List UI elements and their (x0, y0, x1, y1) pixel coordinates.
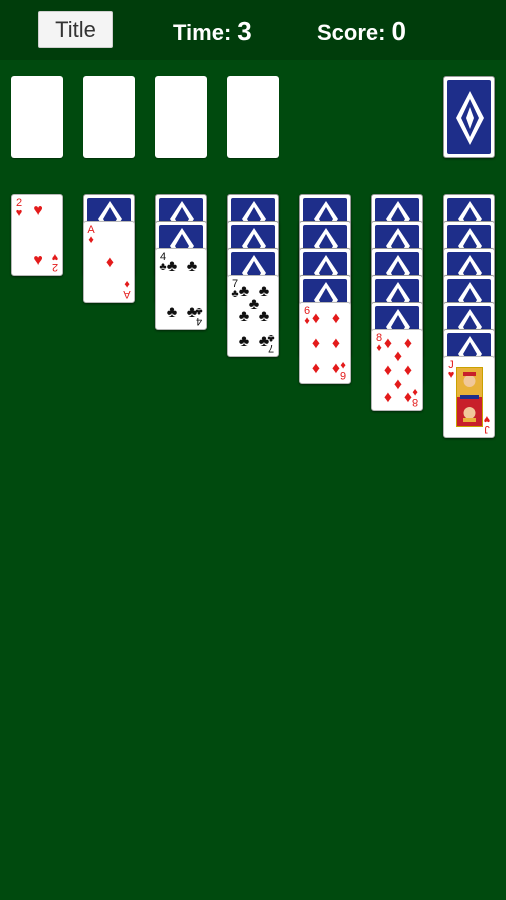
face-up-card[interactable]: 6 ♦ 6 ♦ ♦ ♦ ♦ ♦ ♦ ♦ (299, 302, 351, 384)
card-rank: 2 (51, 261, 59, 273)
diamonds-icon: ♦ (403, 389, 413, 406)
jack-face-image (456, 367, 483, 427)
foundation-slot-4[interactable] (227, 76, 279, 158)
card-corner-top: J ♥ (446, 360, 456, 381)
diamonds-icon: ♦ (105, 254, 115, 271)
clubs-icon: ♣ (238, 333, 250, 350)
time-label: Time: (173, 20, 232, 45)
hearts-icon: ♥ (33, 252, 43, 269)
diamonds-icon: ♦ (88, 234, 94, 246)
face-up-card[interactable]: A ♦ A ♦ ♦ (83, 221, 135, 303)
clubs-icon: ♣ (186, 304, 198, 321)
diamonds-icon: ♦ (311, 310, 321, 327)
card-rank: J (484, 423, 490, 435)
clubs-icon: ♣ (258, 308, 270, 325)
clubs-icon: ♣ (238, 308, 250, 325)
score-label: Score: (317, 20, 386, 45)
foundation-slot-3[interactable] (155, 76, 207, 158)
clubs-icon: ♣ (258, 333, 270, 350)
face-up-card[interactable]: 7 ♣ 7 ♣ ♣ ♣ ♣ ♣ ♣ ♣ ♣ (227, 275, 279, 357)
face-up-card[interactable]: 2 ♥ 2 ♥ ♥ ♥ (11, 194, 63, 276)
diamonds-icon: ♦ (311, 335, 321, 352)
hearts-icon: ♥ (51, 251, 59, 263)
face-up-card[interactable]: 4 ♣ 4 ♣ ♣ ♣ ♣ ♣ (155, 248, 207, 330)
card-corner-top: A ♦ (86, 225, 96, 246)
foundation-slot-1[interactable] (11, 76, 63, 158)
score-value: 0 (391, 16, 406, 46)
card-corner-bottom: J ♥ (482, 413, 492, 435)
hearts-icon: ♥ (447, 369, 455, 381)
clubs-icon: ♣ (166, 304, 178, 321)
hearts-icon: ♥ (483, 413, 491, 425)
clubs-icon: ♣ (166, 258, 178, 275)
card-rank: A (123, 288, 131, 300)
top-bar: Title Time: 3 Score: 0 (0, 0, 506, 60)
diamonds-icon: ♦ (331, 360, 341, 377)
diamonds-icon: ♦ (331, 310, 341, 327)
face-up-card[interactable]: J ♥ J ♥ (443, 356, 495, 438)
title-button[interactable]: Title (38, 11, 113, 48)
card-corner-top: 2 ♥ (14, 198, 24, 219)
diamonds-icon: ♦ (311, 360, 321, 377)
time-display: Time: 3 (173, 16, 252, 47)
card-corner-bottom: 2 ♥ (50, 251, 60, 273)
foundation-slot-2[interactable] (83, 76, 135, 158)
face-up-card[interactable]: 8 ♦ 8 ♦ ♦ ♦ ♦ ♦ ♦ ♦ ♦ ♦ (371, 329, 423, 411)
diamond-emblem-icon (456, 91, 484, 145)
stock-pile[interactable] (443, 76, 495, 158)
card-corner-bottom: A ♦ (122, 278, 132, 300)
hearts-icon: ♥ (33, 202, 43, 219)
time-value: 3 (237, 16, 252, 46)
diamonds-icon: ♦ (383, 389, 393, 406)
hearts-icon: ♥ (15, 207, 23, 219)
clubs-icon: ♣ (186, 258, 198, 275)
score-display: Score: 0 (317, 16, 406, 47)
diamonds-icon: ♦ (331, 335, 341, 352)
